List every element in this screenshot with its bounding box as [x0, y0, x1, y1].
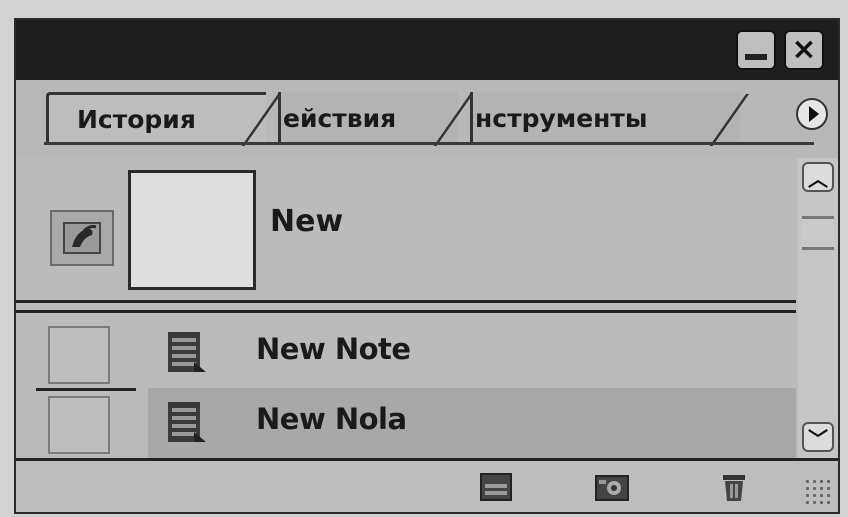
- divider: [16, 300, 796, 303]
- history-step-label: New Nola: [256, 402, 407, 436]
- note-icon: [168, 402, 206, 442]
- chevron-down-icon: ﹀: [808, 426, 828, 451]
- trash-icon: [723, 475, 745, 501]
- history-list: New New Note New Nola: [16, 158, 796, 460]
- scroll-thumb[interactable]: [802, 216, 834, 250]
- scroll-down-button[interactable]: ﹀: [802, 422, 834, 452]
- history-step[interactable]: New Note: [16, 316, 796, 390]
- snapshot-label: New: [270, 204, 344, 239]
- chevron-up-icon: ︿: [808, 166, 828, 191]
- snapshot-thumbnail: [128, 170, 256, 290]
- history-source-toggle[interactable]: [48, 396, 110, 454]
- history-step-label: New Note: [256, 332, 411, 366]
- note-icon: [168, 332, 206, 372]
- selection-highlight: [148, 388, 796, 460]
- minimize-icon: [745, 54, 767, 60]
- close-button[interactable]: ×: [784, 30, 824, 70]
- tab-actions[interactable]: ействия: [278, 92, 458, 144]
- tab-tools[interactable]: нструменты: [470, 92, 740, 144]
- history-source-toggle[interactable]: [48, 326, 110, 384]
- history-source-toggle[interactable]: [50, 210, 114, 266]
- divider: [16, 310, 796, 313]
- panel-footer: [16, 458, 838, 512]
- new-snapshot-button[interactable]: [594, 469, 630, 505]
- tab-baseline: [44, 142, 814, 145]
- arrow-right-icon: [808, 106, 819, 122]
- history-brush-icon: [63, 222, 101, 254]
- delete-button[interactable]: [716, 469, 752, 505]
- panel-title-bar[interactable]: ×: [16, 20, 838, 80]
- close-icon: ×: [791, 32, 817, 67]
- panel-menu-button[interactable]: [796, 98, 828, 130]
- tab-history[interactable]: История: [46, 92, 266, 144]
- vertical-scrollbar[interactable]: ︿ ﹀: [798, 158, 838, 458]
- snapshot-row[interactable]: New: [16, 158, 796, 300]
- minimize-button[interactable]: [736, 30, 776, 70]
- camera-snapshot-icon: [595, 475, 629, 501]
- new-document-icon: [480, 473, 512, 501]
- resize-grip-icon[interactable]: [804, 478, 834, 508]
- tab-strip: История ействия нструменты: [16, 80, 838, 158]
- history-step-selected[interactable]: New Nola: [16, 386, 796, 460]
- new-document-button[interactable]: [478, 469, 514, 505]
- history-panel: × История ействия нструменты New New Not…: [14, 18, 840, 514]
- scroll-up-button[interactable]: ︿: [802, 162, 834, 192]
